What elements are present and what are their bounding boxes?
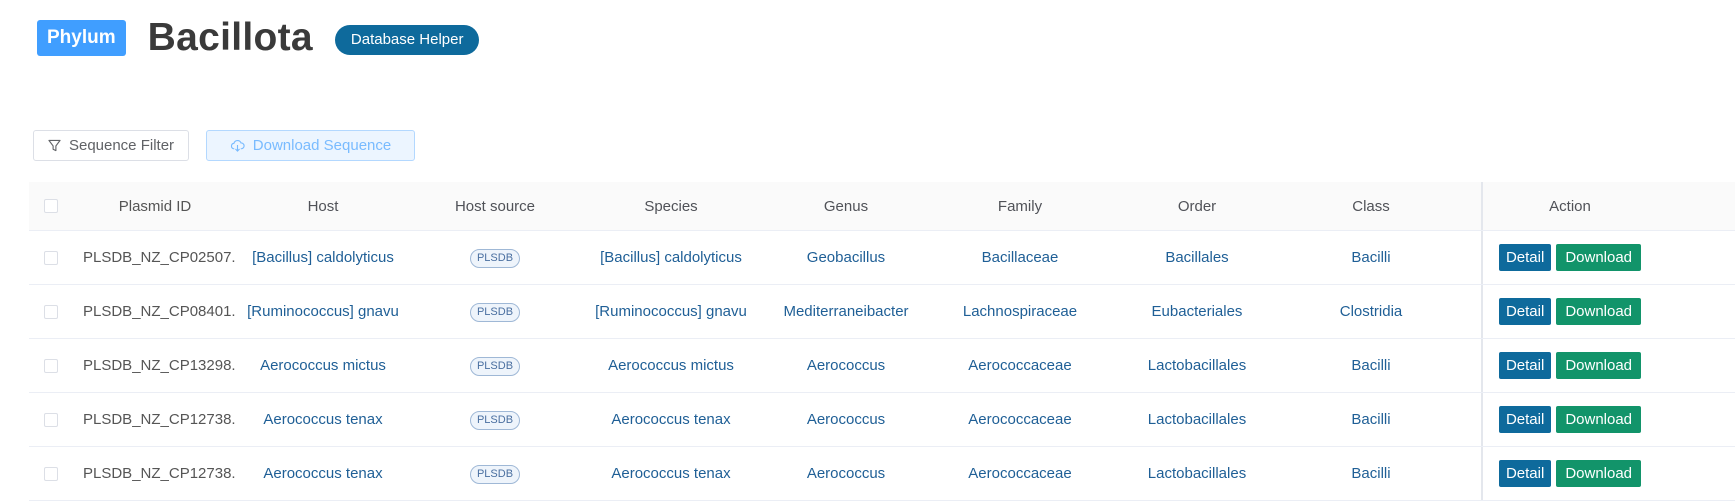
toolbar: Sequence Filter Download Sequence [33,130,415,161]
table-row: PLSDB_NZ_CP13298... Aerococcus mictus PL… [29,339,1735,393]
row-checkbox[interactable] [44,466,58,481]
download-button[interactable]: Download [1556,352,1642,379]
download-button[interactable]: Download [1556,460,1642,487]
row-checkbox[interactable] [44,250,58,265]
genus-link[interactable]: Geobacillus [761,249,931,266]
plasmid-id-cell: PLSDB_NZ_CP02507... [83,249,237,266]
detail-button[interactable]: Detail [1498,298,1552,325]
host-source-tag: PLSDB [469,356,521,376]
class-link[interactable]: Bacilli [1285,249,1457,266]
order-link[interactable]: Lactobacillales [1109,357,1285,374]
genus-link[interactable]: Aerococcus [761,357,931,374]
species-link[interactable]: [Ruminococcus] gnavu [581,303,761,320]
detail-button[interactable]: Detail [1498,244,1552,271]
download-sequence-label: Download Sequence [252,137,392,154]
detail-button[interactable]: Detail [1498,406,1552,433]
family-link[interactable]: Lachnospiraceae [931,303,1109,320]
family-link[interactable]: Aerococcaceae [931,411,1109,428]
sequence-filter-label: Sequence Filter [68,137,175,154]
action-header-label: Action [1549,197,1591,215]
cloud-download-icon [230,139,245,152]
column-header: Action [1481,182,1657,230]
genus-link[interactable]: Aerococcus [761,465,931,482]
column-header[interactable]: Genus [761,198,931,215]
order-link[interactable]: Lactobacillales [1109,465,1285,482]
species-link[interactable]: [Bacillus] caldolyticus [581,249,761,266]
column-header[interactable]: Order [1109,198,1285,215]
species-link[interactable]: Aerococcus mictus [581,357,761,374]
plasmid-id-cell: PLSDB_NZ_CP08401... [83,303,237,320]
rank-badge: Phylum [37,20,126,56]
download-sequence-button[interactable]: Download Sequence [206,130,415,161]
header-checkbox-cell [29,199,73,213]
host-source-tag: PLSDB [469,410,521,430]
row-checkbox[interactable] [44,358,58,373]
column-header[interactable]: Host source [409,198,581,215]
genus-link[interactable]: Aerococcus [761,411,931,428]
sequence-filter-button[interactable]: Sequence Filter [33,130,189,161]
row-checkbox[interactable] [44,304,58,319]
host-source-tag: PLSDB [469,248,521,268]
action-cell: Detail Download [1481,231,1657,284]
action-cell: Detail Download [1481,285,1657,338]
plasmid-id-cell: PLSDB_NZ_CP12738... [83,411,237,428]
download-button[interactable]: Download [1556,298,1642,325]
class-link[interactable]: Clostridia [1285,303,1457,320]
table-row: PLSDB_NZ_CP12738... Aerococcus tenax PLS… [29,393,1735,447]
family-link[interactable]: Bacillaceae [931,249,1109,266]
action-cell: Detail Download [1481,393,1657,446]
host-source-tag: PLSDB [469,464,521,484]
table-row: PLSDB_NZ_CP02507... [Bacillus] caldolyti… [29,231,1735,285]
family-link[interactable]: Aerococcaceae [931,465,1109,482]
species-link[interactable]: Aerococcus tenax [581,411,761,428]
host-link[interactable]: [Ruminococcus] gnavu [237,303,409,320]
page-title: Bacillota [147,16,313,59]
table-header: Plasmid ID Host Host source Species Genu… [29,182,1735,231]
host-link[interactable]: Aerococcus tenax [237,411,409,428]
action-cell: Detail Download [1481,339,1657,392]
detail-button[interactable]: Detail [1498,460,1552,487]
database-helper-button[interactable]: Database Helper [334,24,480,55]
column-header[interactable]: Plasmid ID [73,198,237,215]
column-header[interactable]: Host [237,198,409,215]
plasmid-id-cell: PLSDB_NZ_CP13298... [83,357,237,374]
select-all-checkbox[interactable] [44,199,58,213]
table-row: PLSDB_NZ_CP08401... [Ruminococcus] gnavu… [29,285,1735,339]
column-header[interactable]: Species [581,198,761,215]
download-button[interactable]: Download [1556,244,1642,271]
host-link[interactable]: [Bacillus] caldolyticus [237,249,409,266]
download-button[interactable]: Download [1556,406,1642,433]
class-link[interactable]: Bacilli [1285,465,1457,482]
genus-link[interactable]: Mediterraneibacter [761,303,931,320]
column-header[interactable]: Family [931,198,1109,215]
plasmid-table: Plasmid ID Host Host source Species Genu… [29,182,1735,501]
action-cell: Detail Download [1481,447,1657,500]
host-link[interactable]: Aerococcus tenax [237,465,409,482]
row-checkbox[interactable] [44,412,58,427]
order-link[interactable]: Lactobacillales [1109,411,1285,428]
detail-button[interactable]: Detail [1498,352,1552,379]
plasmid-id-cell: PLSDB_NZ_CP12738... [83,465,237,482]
page-header: Phylum Bacillota Database Helper [37,16,480,59]
order-link[interactable]: Eubacteriales [1109,303,1285,320]
table-row: PLSDB_NZ_CP12738... Aerococcus tenax PLS… [29,447,1735,501]
class-link[interactable]: Bacilli [1285,411,1457,428]
family-link[interactable]: Aerococcaceae [931,357,1109,374]
species-link[interactable]: Aerococcus tenax [581,465,761,482]
column-header[interactable]: Class [1285,198,1457,215]
host-link[interactable]: Aerococcus mictus [237,357,409,374]
order-link[interactable]: Bacillales [1109,249,1285,266]
filter-icon [48,139,61,152]
host-source-tag: PLSDB [469,302,521,322]
class-link[interactable]: Bacilli [1285,357,1457,374]
